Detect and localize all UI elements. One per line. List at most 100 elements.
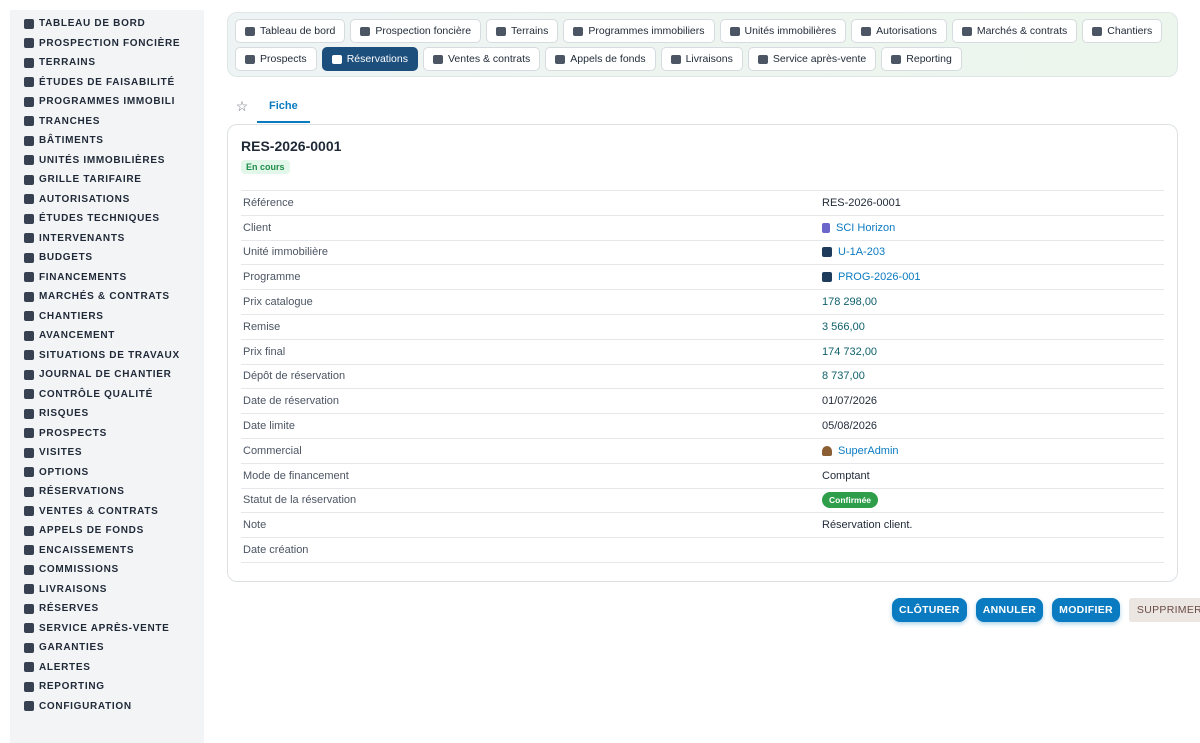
sidebar-item-prospection-fonciere[interactable]: Prospection foncière: [10, 34, 204, 54]
sidebar-item-batiments[interactable]: Bâtiments: [10, 131, 204, 151]
sidebar-item-label: Ventes & contrats: [39, 505, 159, 517]
sidebar-item-label: Réserves: [39, 603, 99, 615]
field-row-prix-final: Prix final 174 732,00: [241, 340, 1164, 365]
sidebar-item-label: Appels de fonds: [39, 525, 144, 537]
sidebar-item-unites-immobilieres[interactable]: Unités immobilières: [10, 151, 204, 171]
field-row-commercial: Commercial SuperAdmin: [241, 439, 1164, 464]
action-bar: CLÔTURER ANNULER MODIFIER SUPPRIMER: [892, 598, 1200, 622]
sidebar-item-controle-qualite[interactable]: Contrôle qualité: [10, 385, 204, 405]
sidebar-item-reporting[interactable]: Reporting: [10, 677, 204, 697]
sidebar-item-chantiers[interactable]: Chantiers: [10, 307, 204, 327]
sidebar-item-configuration[interactable]: Configuration: [10, 697, 204, 717]
sidebar-item-ventes-contrats[interactable]: Ventes & contrats: [10, 502, 204, 522]
field-label: Unité immobilière: [243, 246, 328, 259]
bookmark-icon: [24, 486, 34, 497]
sidebar-item-tranches[interactable]: Tranches: [10, 112, 204, 132]
sidebar-item-commissions[interactable]: Commissions: [10, 560, 204, 580]
bookmark-icon: [331, 54, 342, 64]
sidebar-item-programmes-immobili[interactable]: Programmes immobili: [10, 92, 204, 112]
bank-icon: [24, 272, 34, 283]
tab-bar: ☆ Fiche: [227, 90, 310, 123]
sidebar-item-etudes-de-faisabilite[interactable]: Études de faisabilité: [10, 73, 204, 93]
nav-button-tableau-de-bord[interactable]: Tableau de bord: [235, 19, 346, 43]
city-icon: [24, 96, 34, 107]
sidebar-item-appels-de-fonds[interactable]: Appels de fonds: [10, 521, 204, 541]
sidebar-item-label: Contrôle qualité: [39, 388, 153, 400]
sidebar-item-grille-tarifaire[interactable]: Grille tarifaire: [10, 170, 204, 190]
sidebar-item-situations-de-travaux[interactable]: Situations de travaux: [10, 346, 204, 366]
status-pill: Confirmée: [822, 492, 879, 509]
nav-button-service-apres-vente[interactable]: Service après-vente: [747, 47, 877, 71]
sidebar-item-label: Marchés & contrats: [39, 291, 170, 303]
sidebar-item-budgets[interactable]: Budgets: [10, 248, 204, 268]
field-value-text: 178 298,00: [822, 296, 878, 309]
field-value-text: Réservation client.: [822, 519, 913, 532]
sidebar-item-terrains[interactable]: Terrains: [10, 53, 204, 73]
sidebar-item-financements[interactable]: Financements: [10, 268, 204, 288]
nav-button-livraisons[interactable]: Livraisons: [660, 47, 743, 71]
annuler-button[interactable]: ANNULER: [975, 598, 1044, 622]
sidebar-item-journal-de-chantier[interactable]: Journal de chantier: [10, 365, 204, 385]
sidebar-item-label: Terrains: [39, 57, 96, 69]
sidebar-item-service-apres-vente[interactable]: Service après-vente: [10, 619, 204, 639]
field-value-text: Comptant: [822, 469, 870, 482]
nav-button-marches-contrats[interactable]: Marchés & contrats: [951, 19, 1078, 43]
sidebar-item-autorisations[interactable]: Autorisations: [10, 190, 204, 210]
nav-button-ventes-contrats[interactable]: Ventes & contrats: [422, 47, 541, 71]
nav-button-reporting[interactable]: Reporting: [881, 47, 962, 71]
sidebar-item-alertes[interactable]: Alertes: [10, 658, 204, 678]
sidebar-item-label: Intervenants: [39, 232, 126, 244]
nav-button-label: Terrains: [511, 25, 549, 37]
field-value[interactable]: PROG-2026-001: [822, 271, 921, 283]
sidebar-item-garanties[interactable]: Garanties: [10, 638, 204, 658]
nav-button-appels-de-fonds[interactable]: Appels de fonds: [545, 47, 656, 71]
sidebar-item-options[interactable]: Options: [10, 463, 204, 483]
field-value[interactable]: SCI Horizon: [822, 222, 895, 234]
tools-icon: [757, 54, 768, 64]
sidebar-item-livraisons[interactable]: Livraisons: [10, 580, 204, 600]
nav-button-prospects[interactable]: Prospects: [235, 47, 317, 71]
sidebar-item-reserves[interactable]: Réserves: [10, 599, 204, 619]
nav-button-chantiers[interactable]: Chantiers: [1082, 19, 1163, 43]
key-icon: [24, 584, 34, 595]
sidebar-item-label: Financements: [39, 271, 127, 283]
sidebar-item-etudes-techniques[interactable]: Études techniques: [10, 209, 204, 229]
sidebar-item-prospects[interactable]: Prospects: [10, 424, 204, 444]
sidebar-item-intervenants[interactable]: Intervenants: [10, 229, 204, 249]
sidebar-item-label: Visites: [39, 447, 83, 459]
nav-button-unites-immobilieres[interactable]: Unités immobilières: [719, 19, 847, 43]
unit-icon: [822, 247, 832, 258]
bell-icon: [24, 662, 34, 673]
field-value[interactable]: U-1A-203: [822, 246, 885, 258]
sidebar-item-label: Programmes immobili: [39, 96, 176, 108]
field-label: Prix catalogue: [243, 296, 313, 309]
sidebar-item-reservations[interactable]: Réservations: [10, 482, 204, 502]
supprimer-button[interactable]: SUPPRIMER: [1128, 598, 1200, 622]
nav-button-autorisations[interactable]: Autorisations: [851, 19, 947, 43]
sidebar-item-risques[interactable]: Risques: [10, 404, 204, 424]
sidebar-item-visites[interactable]: Visites: [10, 443, 204, 463]
field-value[interactable]: SuperAdmin: [822, 445, 899, 457]
nav-button-reservations[interactable]: Réservations: [321, 47, 418, 71]
sidebar-item-avancement[interactable]: Avancement: [10, 326, 204, 346]
nav-button-programmes-immobiliers[interactable]: Programmes immobiliers: [563, 19, 715, 43]
field-value-text: SuperAdmin: [838, 444, 899, 457]
favorite-star-icon[interactable]: ☆: [227, 98, 257, 115]
nav-button-terrains[interactable]: Terrains: [486, 19, 559, 43]
sidebar-item-label: Bâtiments: [39, 135, 104, 147]
file-signature-icon: [24, 506, 34, 517]
nav-button-label: Prospection foncière: [375, 25, 472, 37]
unit-icon: [822, 272, 832, 283]
tab-fiche[interactable]: Fiche: [257, 90, 310, 123]
field-label: Client: [243, 221, 272, 234]
nav-button-label: Service après-vente: [772, 53, 867, 65]
sidebar-item-label: Réservations: [39, 486, 125, 498]
nav-button-label: Tableau de bord: [260, 25, 336, 37]
nav-button-prospection-fonciere[interactable]: Prospection foncière: [350, 19, 482, 43]
modifier-button[interactable]: MODIFIER: [1052, 598, 1120, 622]
sidebar-item-tableau-de-bord[interactable]: Tableau de bord: [10, 14, 204, 34]
field-row-statut-de-la-reservation: Statut de la réservation Confirmée: [241, 489, 1164, 514]
cloturer-button[interactable]: CLÔTURER: [892, 598, 967, 622]
sidebar-item-marches-contrats[interactable]: Marchés & contrats: [10, 287, 204, 307]
sidebar-item-encaissements[interactable]: Encaissements: [10, 541, 204, 561]
